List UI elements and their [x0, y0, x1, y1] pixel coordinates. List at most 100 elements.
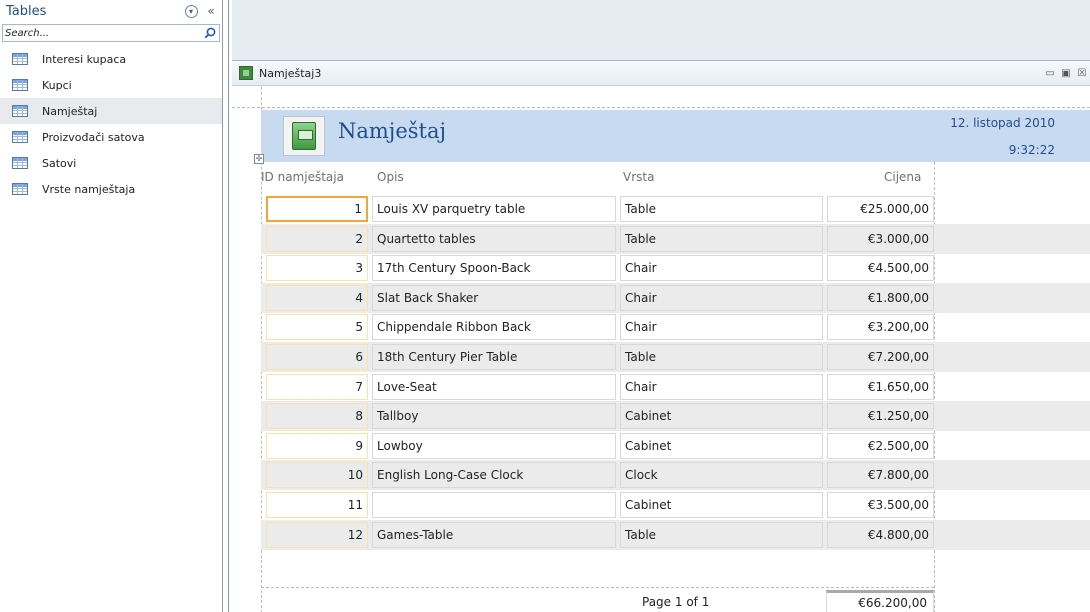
close-icon: ☒: [1077, 67, 1087, 79]
layout-move-handle[interactable]: ✢: [254, 154, 264, 164]
report-time[interactable]: 9:32:22: [1009, 143, 1055, 157]
close-button[interactable]: ☒: [1076, 67, 1088, 79]
table-row: 5 Chippendale Ribbon Back Chair €3.200,00: [261, 312, 1090, 342]
cell-vrsta[interactable]: Cabinet: [620, 433, 823, 459]
nav-header: Tables ▾ «: [0, 0, 222, 22]
cell-cijena[interactable]: €4.800,00: [827, 522, 934, 548]
collapse-pane-icon: «: [207, 4, 215, 18]
cell-opis[interactable]: Louis XV parquetry table: [372, 196, 616, 222]
column-header-cijena[interactable]: Cijena: [884, 170, 921, 184]
table-row: 1 Louis XV parquetry table Table €25.000,00: [261, 194, 1090, 224]
column-header-id[interactable]: ID namještaja: [261, 170, 344, 184]
cell-opis[interactable]: 18th Century Pier Table: [372, 344, 616, 370]
cell-cijena[interactable]: €2.500,00: [827, 433, 934, 459]
nav-options-button[interactable]: ▾: [182, 2, 200, 20]
report-window: Namještaj3 ▭ ▣ ☒ Namještaj 12. listopad …: [232, 60, 1090, 612]
cell-vrsta[interactable]: Table: [620, 344, 823, 370]
table-row: 8 Tallboy Cabinet €1.250,00: [261, 401, 1090, 431]
search-input[interactable]: [3, 25, 201, 41]
cell-vrsta[interactable]: Cabinet: [620, 492, 823, 518]
cell-opis[interactable]: Lowboy: [372, 433, 616, 459]
table-icon: [12, 131, 28, 143]
cell-cijena[interactable]: €4.500,00: [827, 255, 934, 281]
column-header-vrsta[interactable]: Vrsta: [623, 170, 654, 184]
report-logo[interactable]: [283, 116, 325, 156]
cell-id[interactable]: 3: [266, 255, 368, 281]
cell-id[interactable]: 4: [266, 285, 368, 311]
table-icon: [12, 183, 28, 195]
nav-item-table[interactable]: Interesi kupaca: [0, 46, 222, 72]
cell-cijena[interactable]: €25.000,00: [827, 196, 934, 222]
cell-opis[interactable]: Tallboy: [372, 403, 616, 429]
cell-id[interactable]: 8: [266, 403, 368, 429]
search-button[interactable]: [201, 25, 219, 41]
circle-chevron-icon: ▾: [184, 4, 198, 18]
table-row: 10 English Long-Case Clock Clock €7.800,00: [261, 460, 1090, 490]
report-title[interactable]: Namještaj: [338, 119, 446, 143]
cell-vrsta[interactable]: Clock: [620, 462, 823, 488]
cell-vrsta[interactable]: Table: [620, 196, 823, 222]
cell-cijena[interactable]: €3.500,00: [827, 492, 934, 518]
section-guide: [232, 107, 1090, 108]
cell-opis[interactable]: Love-Seat: [372, 374, 616, 400]
cell-opis[interactable]: [372, 492, 616, 518]
pane-splitter[interactable]: [222, 0, 232, 612]
report-icon: [239, 66, 253, 80]
nav-item-table[interactable]: Vrste namještaja: [0, 176, 222, 202]
cell-id[interactable]: 10: [266, 462, 368, 488]
nav-item-table[interactable]: Namještaj: [0, 98, 222, 124]
cell-id[interactable]: 1: [266, 196, 368, 222]
cell-vrsta[interactable]: Chair: [620, 255, 823, 281]
cell-cijena[interactable]: €3.200,00: [827, 314, 934, 340]
cell-opis[interactable]: English Long-Case Clock: [372, 462, 616, 488]
cell-id[interactable]: 2: [266, 226, 368, 252]
nav-item-label: Vrste namještaja: [42, 182, 136, 196]
cell-vrsta[interactable]: Table: [620, 226, 823, 252]
cell-vrsta[interactable]: Chair: [620, 285, 823, 311]
workspace: Namještaj3 ▭ ▣ ☒ Namještaj 12. listopad …: [232, 0, 1090, 612]
column-header-opis[interactable]: Opis: [377, 170, 404, 184]
search-icon: [204, 27, 216, 39]
nav-title[interactable]: Tables: [6, 4, 182, 19]
collapse-pane-button[interactable]: «: [202, 2, 220, 20]
table-row: 9 Lowboy Cabinet €2.500,00: [261, 431, 1090, 461]
cell-id[interactable]: 5: [266, 314, 368, 340]
cell-vrsta[interactable]: Table: [620, 522, 823, 548]
table-icon: [12, 79, 28, 91]
cell-id[interactable]: 11: [266, 492, 368, 518]
cell-cijena[interactable]: €7.800,00: [827, 462, 934, 488]
cell-opis[interactable]: Slat Back Shaker: [372, 285, 616, 311]
cell-id[interactable]: 7: [266, 374, 368, 400]
cell-id[interactable]: 6: [266, 344, 368, 370]
cell-vrsta[interactable]: Chair: [620, 314, 823, 340]
minimize-button[interactable]: ▭: [1044, 67, 1056, 79]
cell-opis[interactable]: Quartetto tables: [372, 226, 616, 252]
total-price[interactable]: €66.200,00: [826, 590, 934, 612]
cell-vrsta[interactable]: Chair: [620, 374, 823, 400]
cell-cijena[interactable]: €1.800,00: [827, 285, 934, 311]
nav-item-table[interactable]: Kupci: [0, 72, 222, 98]
nav-item-label: Interesi kupaca: [42, 52, 127, 66]
cell-vrsta[interactable]: Cabinet: [620, 403, 823, 429]
cell-cijena[interactable]: €1.250,00: [827, 403, 934, 429]
cell-cijena[interactable]: €7.200,00: [827, 344, 934, 370]
nav-item-label: Proizvođači satova: [42, 130, 145, 144]
table-row: 2 Quartetto tables Table €3.000,00: [261, 224, 1090, 254]
nav-item-table[interactable]: Satovi: [0, 150, 222, 176]
window-controls: ▭ ▣ ☒: [1044, 67, 1088, 79]
nav-item-label: Satovi: [42, 156, 77, 170]
nav-item-table[interactable]: Proizvođači satova: [0, 124, 222, 150]
cell-id[interactable]: 12: [266, 522, 368, 548]
cell-cijena[interactable]: €1.650,00: [827, 374, 934, 400]
restore-button[interactable]: ▣: [1060, 67, 1072, 79]
cell-cijena[interactable]: €3.000,00: [827, 226, 934, 252]
navigation-pane: Tables ▾ « Interesi kupaca Kupci Namještaj…: [0, 0, 222, 612]
cell-opis[interactable]: 17th Century Spoon-Back: [372, 255, 616, 281]
table-icon: [12, 53, 28, 65]
report-window-titlebar[interactable]: Namještaj3 ▭ ▣ ☒: [232, 61, 1090, 86]
cell-opis[interactable]: Games-Table: [372, 522, 616, 548]
cell-id[interactable]: 9: [266, 433, 368, 459]
table-row: 7 Love-Seat Chair €1.650,00: [261, 372, 1090, 402]
cell-opis[interactable]: Chippendale Ribbon Back: [372, 314, 616, 340]
report-date[interactable]: 12. listopad 2010: [950, 116, 1055, 130]
